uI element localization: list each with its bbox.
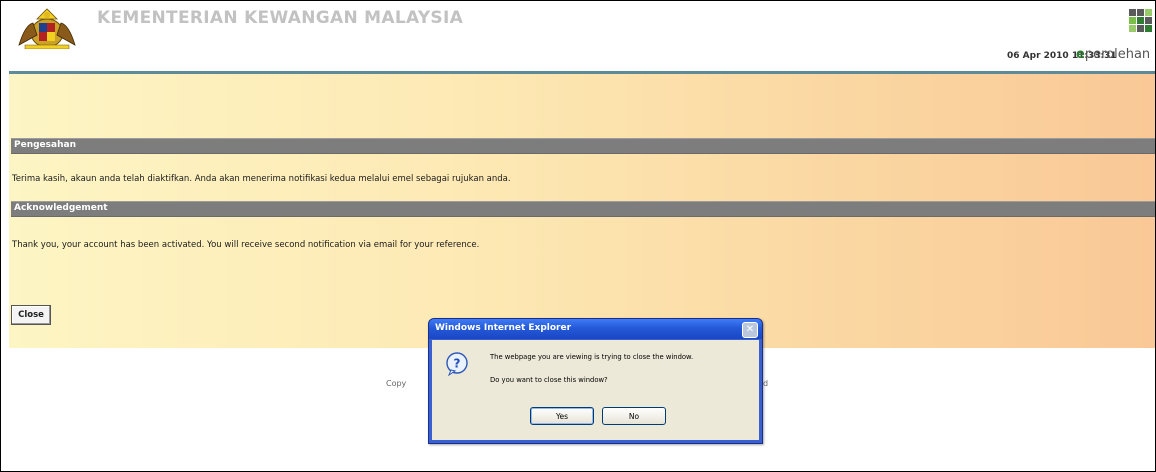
dialog-body: ? The webpage you are viewing is trying … bbox=[432, 340, 759, 440]
message-english: Thank you, your account has been activat… bbox=[12, 240, 480, 250]
close-button[interactable]: Close bbox=[11, 305, 51, 325]
logo-word: perolehan bbox=[1084, 47, 1151, 62]
dialog-title: Windows Internet Explorer bbox=[435, 323, 572, 333]
confirmation-panel: Pengesahan Terima kasih, akaun anda tela… bbox=[9, 71, 1155, 348]
section-heading-text: Acknowledgement bbox=[14, 203, 108, 213]
close-window-dialog: Windows Internet Explorer ✕ ? The webpag… bbox=[428, 318, 763, 444]
section-heading-text: Pengesahan bbox=[14, 140, 76, 150]
yes-button[interactable]: Yes bbox=[530, 407, 594, 425]
coat-of-arms-logo bbox=[18, 8, 76, 49]
eperolehan-logo-text: eperolehan bbox=[1076, 47, 1150, 62]
dialog-message-line2: Do you want to close this window? bbox=[490, 376, 608, 384]
browser-page: KEMENTERIAN KEWANGAN MALAYSIA 06 Apr 201… bbox=[0, 0, 1156, 472]
footer-copyright-right: d bbox=[763, 379, 769, 388]
dialog-titlebar[interactable]: Windows Internet Explorer ✕ bbox=[429, 319, 762, 339]
question-icon: ? bbox=[446, 352, 468, 376]
ministry-title: KEMENTERIAN KEWANGAN MALAYSIA bbox=[97, 8, 464, 28]
dialog-close-icon[interactable]: ✕ bbox=[742, 322, 758, 338]
message-malay: Terima kasih, akaun anda telah diaktifka… bbox=[12, 174, 511, 184]
page-header: KEMENTERIAN KEWANGAN MALAYSIA 06 Apr 201… bbox=[1, 1, 1155, 71]
footer-copyright-left: Copy bbox=[386, 379, 407, 388]
section-heading-pengesahan: Pengesahan bbox=[11, 138, 1155, 154]
dialog-message-line1: The webpage you are viewing is trying to… bbox=[490, 353, 694, 361]
no-button[interactable]: No bbox=[602, 407, 666, 425]
svg-text:?: ? bbox=[454, 357, 461, 371]
eperolehan-logo-icon bbox=[1129, 9, 1152, 32]
logo-prefix: e bbox=[1076, 47, 1085, 62]
section-heading-acknowledgement: Acknowledgement bbox=[11, 201, 1155, 217]
